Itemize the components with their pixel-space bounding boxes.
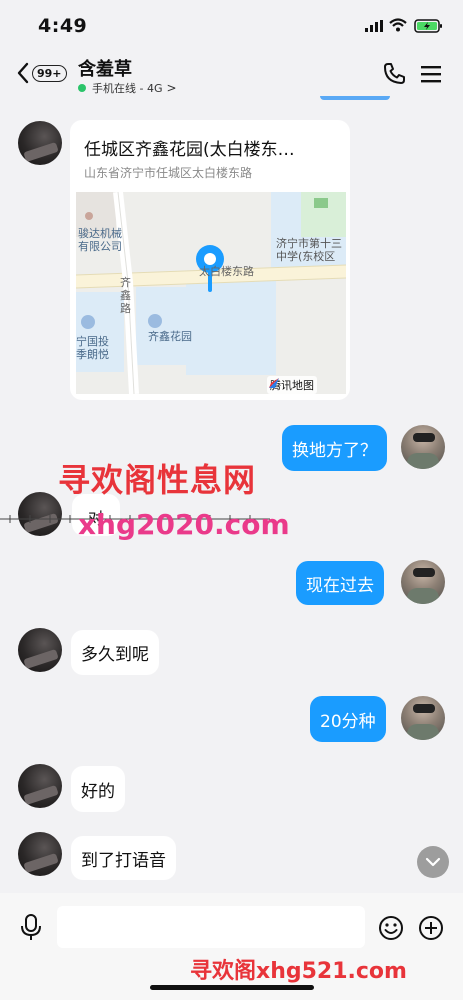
tencent-map-logo-icon <box>269 378 279 388</box>
message-bubble-incoming[interactable]: 到了打语音 <box>71 836 176 880</box>
online-status-text: 手机在线 - 4G <box>92 82 163 95</box>
online-dot-icon <box>78 84 86 92</box>
user-avatar[interactable] <box>401 560 445 604</box>
message-bubble-incoming[interactable]: 好的 <box>71 766 125 812</box>
emoji-icon[interactable] <box>378 915 404 941</box>
message-text: 多久到呢 <box>81 645 149 665</box>
contact-name[interactable]: 含羞草 <box>78 55 132 81</box>
message-text: 换地方了？ <box>292 440 377 461</box>
message-bubble-incoming[interactable]: 多久到呢 <box>71 630 159 675</box>
signal-icon <box>365 20 383 32</box>
location-map[interactable]: 骏达机械 有限公司 济宁市第十三 中学(东校区 太白楼东路 齐鑫路 齐鑫花园 宁国投… <box>76 192 346 394</box>
online-status[interactable]: 手机在线 - 4G > <box>78 80 177 96</box>
watermark-url: xhg2020.com <box>78 508 290 541</box>
message-bubble-outgoing[interactable]: 换地方了？ <box>282 425 387 471</box>
watermark-bottom: 寻欢阁xhg521.com <box>190 959 407 984</box>
wifi-icon <box>389 18 407 32</box>
map-label-road-taibai: 太白楼东路 <box>199 265 254 278</box>
contact-avatar[interactable] <box>18 121 62 165</box>
message-text: 现在过去 <box>306 575 374 596</box>
unread-count-badge: 99+ <box>32 64 67 82</box>
contact-avatar[interactable] <box>18 628 62 672</box>
map-graphic <box>76 192 346 394</box>
contact-avatar[interactable] <box>18 764 62 808</box>
message-text: 到了打语音 <box>81 850 166 871</box>
map-label-road-qixin: 齐鑫路 <box>120 276 131 315</box>
status-time: 4:49 <box>38 15 88 37</box>
chevron-down-icon <box>425 857 441 867</box>
user-avatar[interactable] <box>401 425 445 469</box>
watermark-title: 寻欢阁性息网 <box>58 461 257 499</box>
menu-icon[interactable] <box>420 64 442 84</box>
location-card[interactable]: 任城区齐鑫花园(太白楼东… 山东省济宁市任城区太白楼东路 骏达机械 有限公司 济… <box>70 120 350 400</box>
location-title: 任城区齐鑫花园(太白楼东… <box>84 140 295 160</box>
previous-message-edge <box>320 96 390 100</box>
message-bubble-outgoing[interactable]: 现在过去 <box>296 561 384 605</box>
user-avatar[interactable] <box>401 696 445 740</box>
home-indicator[interactable] <box>150 985 314 990</box>
scroll-to-bottom-button[interactable] <box>417 846 449 878</box>
map-label-building: 宁国投 季朗悦 <box>76 335 109 361</box>
message-text: 好的 <box>81 781 115 802</box>
message-input[interactable] <box>57 906 365 948</box>
location-address: 山东省济宁市任城区太白楼东路 <box>84 166 253 180</box>
phone-icon[interactable] <box>382 62 406 86</box>
back-chevron-icon <box>17 62 29 84</box>
map-label-school: 济宁市第十三 中学(东校区 <box>276 237 342 263</box>
map-label-company: 骏达机械 有限公司 <box>78 227 122 253</box>
chat-header: 99+ 含羞草 手机在线 - 4G > <box>0 52 463 98</box>
plus-icon[interactable] <box>418 915 444 941</box>
map-provider: 腾讯地图 <box>267 376 317 394</box>
message-text: 20分种 <box>320 711 376 732</box>
status-bar: 4:49 <box>0 0 463 52</box>
contact-avatar[interactable] <box>18 832 62 876</box>
online-chevron-icon: > <box>166 81 177 95</box>
message-bubble-outgoing[interactable]: 20分种 <box>310 696 386 742</box>
microphone-icon[interactable] <box>20 913 42 941</box>
back-button[interactable]: 99+ <box>16 62 67 84</box>
battery-icon <box>414 19 442 33</box>
map-label-garden: 齐鑫花园 <box>148 330 192 343</box>
